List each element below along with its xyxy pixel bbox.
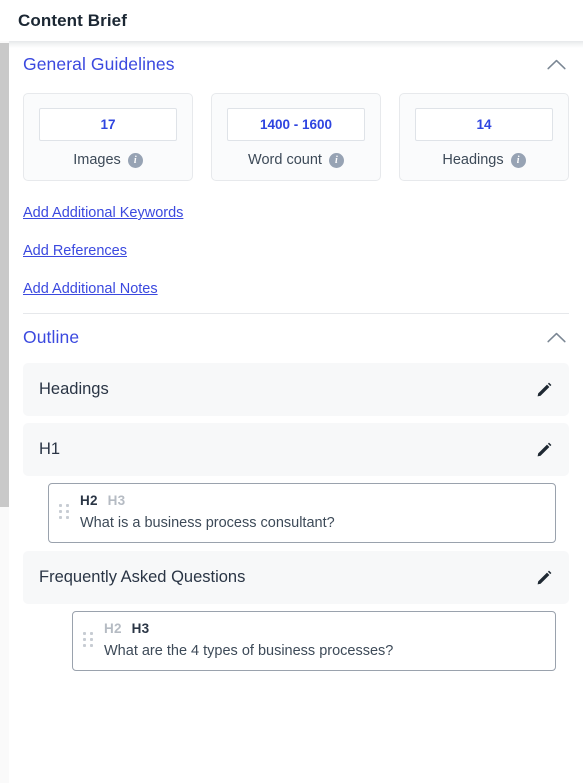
word-count-label: Word count (248, 152, 322, 168)
word-count-caption-row: Word count i (248, 152, 344, 168)
pencil-icon[interactable] (531, 377, 557, 403)
metric-card-headings: 14 Headings i (399, 93, 569, 181)
metric-cards: 17 Images i 1400 - 1600 Word count i 14 (23, 93, 569, 181)
content-brief-panel: Content Brief General Guidelines 17 Imag (0, 0, 583, 783)
content-container: General Guidelines 17 Images i 1400 - 16… (0, 41, 583, 671)
chevron-up-icon[interactable] (543, 325, 569, 351)
outline-row-label: Frequently Asked Questions (39, 568, 246, 586)
outline-item-body: H2 H3 What are the 4 types of business p… (104, 621, 543, 659)
outline-row-h1[interactable]: H1 (23, 423, 569, 476)
heading-level-h3[interactable]: H3 (132, 621, 150, 636)
outline-row-faq[interactable]: Frequently Asked Questions (23, 551, 569, 604)
outline-row-label: Headings (39, 380, 109, 398)
images-label: Images (73, 152, 121, 168)
images-caption-row: Images i (73, 152, 143, 168)
info-icon[interactable]: i (127, 152, 143, 168)
heading-level-h3[interactable]: H3 (108, 493, 126, 508)
word-count-input[interactable]: 1400 - 1600 (227, 108, 365, 141)
add-additional-notes-link[interactable]: Add Additional Notes (23, 281, 158, 297)
headings-input[interactable]: 14 (415, 108, 553, 141)
outline-row-label: H1 (39, 440, 61, 458)
images-input[interactable]: 17 (39, 108, 177, 141)
section-title-general-guidelines: General Guidelines (23, 54, 175, 74)
info-icon[interactable]: i (510, 152, 526, 168)
outline-item-text[interactable]: What is a business process consultant? (80, 515, 543, 531)
vertical-scrollbar[interactable] (0, 41, 9, 783)
scroll-area: General Guidelines 17 Images i 1400 - 16… (0, 41, 583, 783)
heading-level-tabs: H2 H3 (80, 493, 543, 508)
outline-row-headings[interactable]: Headings (23, 363, 569, 416)
panel-header: Content Brief (0, 0, 583, 41)
drag-handle-icon[interactable] (83, 632, 96, 648)
scrollbar-thumb[interactable] (0, 43, 9, 507)
add-links-group: Add Additional Keywords Add References A… (23, 205, 569, 297)
headings-caption-row: Headings i (442, 152, 526, 168)
heading-level-h2[interactable]: H2 (104, 621, 122, 636)
section-header-general-guidelines[interactable]: General Guidelines (23, 41, 569, 88)
add-references-link[interactable]: Add References (23, 243, 127, 259)
info-icon[interactable]: i (328, 152, 344, 168)
drag-handle-icon[interactable] (59, 504, 72, 520)
section-header-outline[interactable]: Outline (23, 314, 569, 361)
add-additional-keywords-link[interactable]: Add Additional Keywords (23, 205, 183, 221)
headings-label: Headings (442, 152, 504, 168)
chevron-up-icon[interactable] (543, 52, 569, 78)
section-title-outline: Outline (23, 327, 80, 347)
outline-item[interactable]: H2 H3 What are the 4 types of business p… (72, 611, 556, 671)
heading-level-h2[interactable]: H2 (80, 493, 98, 508)
pencil-icon[interactable] (531, 565, 557, 591)
outline-list: Headings H1 H2 H3 What is a business pro… (23, 363, 569, 671)
metric-card-word-count: 1400 - 1600 Word count i (211, 93, 381, 181)
metric-card-images: 17 Images i (23, 93, 193, 181)
outline-item-body: H2 H3 What is a business process consult… (80, 493, 543, 531)
heading-level-tabs: H2 H3 (104, 621, 543, 636)
outline-item-text[interactable]: What are the 4 types of business process… (104, 643, 543, 659)
pencil-icon[interactable] (531, 437, 557, 463)
outline-item[interactable]: H2 H3 What is a business process consult… (48, 483, 556, 543)
page-title: Content Brief (18, 10, 127, 30)
